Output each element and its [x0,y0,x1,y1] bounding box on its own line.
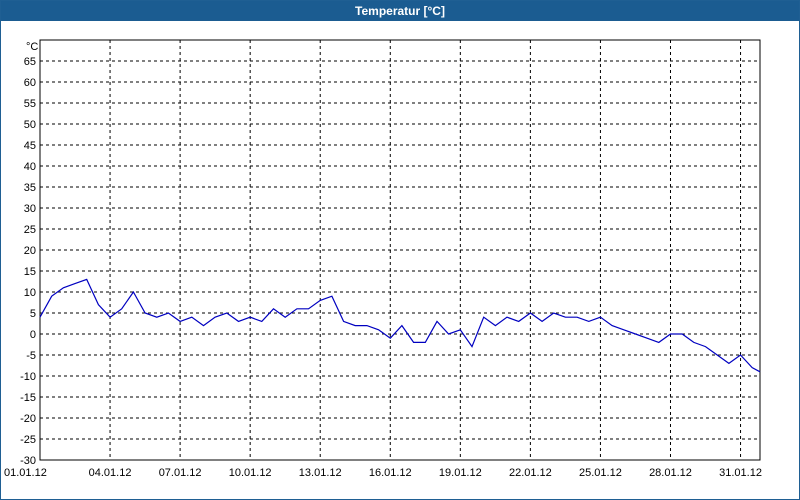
y-axis-ticks: -30 -25 -20 -15 -10 -5 0 5 10 15 20 25 30 35 40 45 50 55 6… [20,56,36,467]
x-axis-ticks: 01.01.12 04.01.12 07.01.12 10.01.12 13.01.12… [4,467,762,479]
x-tick-label: 13.01.12 [299,467,342,479]
x-tick-label: 28.01.12 [649,467,692,479]
y-tick-label: 10 [24,287,36,299]
y-tick-label: -20 [20,413,36,425]
y-tick-label: 55 [24,98,36,110]
y-tick-label: 30 [24,203,36,215]
y-tick-label: 45 [24,140,36,152]
y-tick-label: 60 [24,77,36,89]
y-unit-label: °C [26,41,38,53]
x-tick-label: 07.01.12 [159,467,202,479]
x-tick-label: 22.01.12 [509,467,552,479]
x-tick-label: 04.01.12 [89,467,132,479]
x-tick-label: 10.01.12 [229,467,272,479]
y-tick-label: 20 [24,245,36,257]
x-tick-label: 19.01.12 [439,467,482,479]
x-tick-label: 31.01.12 [719,467,762,479]
x-tick-label: 16.01.12 [369,467,412,479]
y-tick-label: 35 [24,182,36,194]
temperature-chart: -30 -25 -20 -15 -10 -5 0 5 10 15 20 25 30 35 40 45 50 55 6… [4,39,762,479]
x-tick-label: 25.01.12 [579,467,622,479]
y-tick-label: -15 [20,392,36,404]
grid-lines [40,40,760,461]
y-tick-label: 40 [24,161,36,173]
y-tick-label: -25 [20,434,36,446]
y-tick-label: 15 [24,266,36,278]
y-tick-label: 5 [30,308,36,320]
y-tick-label: -30 [20,455,36,467]
y-tick-label: 65 [24,56,36,68]
y-tick-label: 25 [24,224,36,236]
x-tick-label: 01.01.12 [4,467,47,479]
y-tick-label: 50 [24,119,36,131]
y-tick-label: 0 [30,329,36,341]
y-tick-label: -5 [26,350,36,362]
y-tick-label: -10 [20,371,36,383]
